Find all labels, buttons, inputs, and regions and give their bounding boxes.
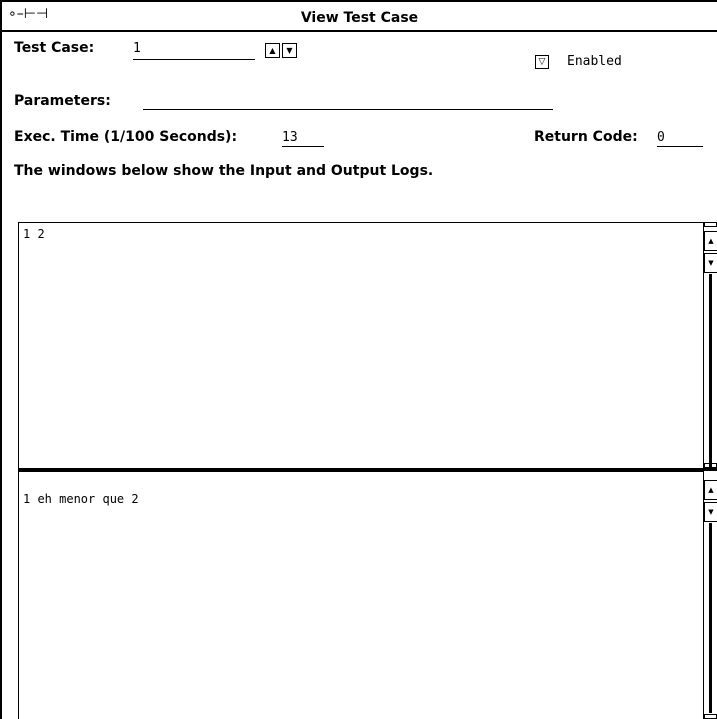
exec-time-value[interactable]: 13 [282,130,298,145]
parameters-field-underline[interactable] [143,109,553,110]
output-log-text: 1 eh menor que 2 [23,492,139,506]
test-case-value[interactable]: 1 [133,41,141,56]
scrollbar-track[interactable] [709,274,712,469]
scrollbar-bottom-cap[interactable] [704,714,717,719]
scrollbar-track[interactable] [709,523,712,713]
scroll-up-arrow-icon[interactable]: ▲ [704,480,717,500]
info-text: The windows below show the Input and Out… [14,163,434,179]
scroll-up-arrow-icon[interactable]: ▲ [704,231,717,251]
scrollbar-top-cap[interactable] [704,463,717,468]
input-log-pane[interactable]: 1 2 [18,222,704,469]
test-case-field-underline[interactable] [133,59,255,60]
input-log-text: 1 2 [23,227,45,241]
decrement-arrow-icon[interactable]: ▼ [282,43,297,58]
test-case-spinner[interactable]: ▲ ▼ [265,43,299,58]
parameters-label: Parameters: [14,93,111,109]
scroll-down-arrow-icon[interactable]: ▼ [704,253,717,273]
input-log-scrollbar[interactable]: ▲ ▼ [704,222,717,469]
scroll-down-arrow-icon[interactable]: ▼ [704,502,717,522]
exec-time-label: Exec. Time (1/100 Seconds): [14,129,238,145]
title-bar[interactable]: ∘–⊢⊣ View Test Case [2,2,717,32]
output-log-pane[interactable]: 1 eh menor que 2 [18,471,704,719]
increment-arrow-icon[interactable]: ▲ [265,43,280,58]
exec-time-field-underline[interactable] [282,146,324,147]
return-code-field-underline[interactable] [657,146,703,147]
return-code-value[interactable]: 0 [657,130,665,145]
test-case-label: Test Case: [14,40,95,56]
return-code-label: Return Code: [534,129,638,145]
scrollbar-top-cap[interactable] [704,222,717,227]
enabled-checkbox[interactable]: ▽ [535,55,549,69]
enabled-label: Enabled [567,54,622,69]
output-log-scrollbar[interactable]: ▲ ▼ [704,463,717,719]
window-title: View Test Case [300,10,419,26]
